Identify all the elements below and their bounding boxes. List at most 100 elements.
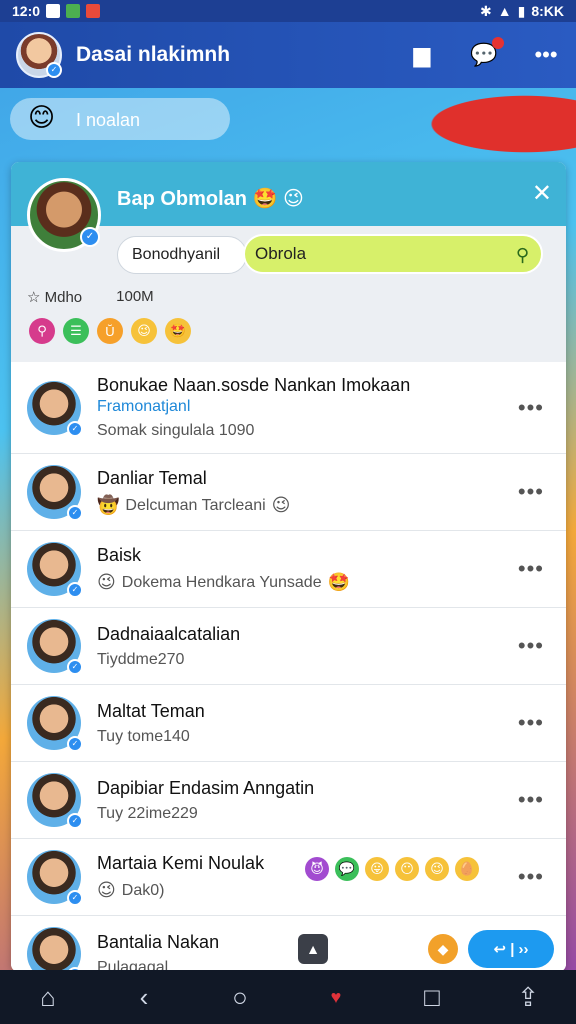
stats-value: 100M <box>116 288 154 305</box>
chat-name: Dapibiar Endasim Anngatin <box>97 777 315 798</box>
devil-icon[interactable]: 😈 <box>305 857 329 881</box>
verified-icon: ✓ <box>46 62 62 78</box>
verified-icon: ✓ <box>67 813 83 829</box>
chat-name: Danliar Temal <box>97 468 207 488</box>
chat-name: Baisk <box>97 545 142 565</box>
chat-subtitle: Tiyddme270 <box>97 650 185 668</box>
group-header: ✓ Bap Obmolan 🤩 😉 ✕ Bonodhyanil Obrola ⚲… <box>11 162 566 362</box>
chat-subtitle: Tuy 22ime229 <box>97 804 198 822</box>
more-icon[interactable]: ••• <box>518 395 544 421</box>
more-icon[interactable]: ••• <box>518 710 544 736</box>
more-icon[interactable]: ••• <box>518 479 544 505</box>
more-icon[interactable]: ••• <box>518 864 544 890</box>
list-item[interactable]: ✓ Danliar Temal 🤠 Delcuman Tarcleani 😉 •… <box>11 454 566 531</box>
folder-icon[interactable]: ▆ <box>408 41 436 69</box>
banner: 😊 I noalan <box>0 88 576 162</box>
wink-icon[interactable]: 😉 <box>425 857 449 881</box>
notification-icon <box>46 4 61 18</box>
avatar: ✓ <box>27 619 83 675</box>
list-item[interactable]: ✓ Dadnaiaalcatalian Tiyddme270 ••• <box>11 608 566 685</box>
egg-icon[interactable]: 🥚 <box>455 857 479 881</box>
stats-label: ☆ Mdho <box>27 289 83 306</box>
wink-icon: 😉 <box>97 572 116 592</box>
neutral-face-icon[interactable]: 😶 <box>395 857 419 881</box>
reaction-cup-icon[interactable]: Ŭ <box>97 318 123 344</box>
search-input[interactable]: Obrola ⚲ <box>243 234 543 274</box>
more-icon[interactable]: ••• <box>518 633 544 659</box>
list-item[interactable]: ✓ Martaia Kemi Noulak 😉 Dak0) 😈 💬 😛 😶 😉 … <box>11 839 566 916</box>
reaction-note-icon[interactable]: ☰ <box>63 318 89 344</box>
status-right: ✱ ▲ ▮ 8:KK <box>480 3 564 20</box>
sticker-icon: 🤠 <box>97 495 120 515</box>
verified-icon: ✓ <box>80 227 100 247</box>
status-bar: 12:0 ✱ ▲ ▮ 8:KK <box>0 0 576 22</box>
send-button[interactable]: ↩ | ›› <box>468 930 554 968</box>
verified-icon: ✓ <box>67 890 83 906</box>
close-button[interactable]: ✕ <box>532 182 552 206</box>
more-icon[interactable]: ••• <box>518 787 544 813</box>
avatar: ✓ <box>27 465 83 521</box>
avatar: ✓ <box>27 380 83 437</box>
share-icon[interactable]: ⇪ <box>508 982 548 1013</box>
chat-link[interactable]: Framonatjanl <box>97 398 566 416</box>
wink-icon: 😉 <box>271 495 291 515</box>
verified-icon: ✓ <box>67 736 83 752</box>
wink-icon: 😉 <box>97 880 116 900</box>
chat-subtitle: Tuy tome140 <box>97 727 190 745</box>
composer-actions: ▲ ◆ ↩ | ›› <box>298 930 554 968</box>
emoji-strip: 😈 💬 😛 😶 😉 🥚 <box>305 857 479 881</box>
chat-list: ✓ Bonukae Naan.sosde Nankan Imokaan Fram… <box>11 362 566 972</box>
verified-icon: ✓ <box>67 420 83 437</box>
chat-name: Bonukae Naan.sosde Nankan Imokaan <box>97 375 411 395</box>
image-icon[interactable]: ▲ <box>298 934 328 964</box>
search-value: Obrola <box>255 244 307 263</box>
shield-icon[interactable]: ◆ <box>428 934 458 964</box>
heart-icon[interactable]: ♥ <box>316 987 356 1008</box>
chat-subtitle: 😉 Dak0) <box>97 880 165 900</box>
list-item[interactable]: ✓ Bantalia Nakan Pulagagal ▲ ◆ ↩ | ›› <box>11 916 566 972</box>
avatar: ✓ <box>27 773 83 829</box>
chat-icon[interactable]: 💬 <box>335 857 359 881</box>
header-actions: ▆ 💬 ••• <box>408 37 560 69</box>
bottom-nav: ⌂ ‹ ○ ♥ □ ⇪ <box>0 970 576 1024</box>
more-icon[interactable]: ••• <box>532 41 560 69</box>
group-title: Bap Obmolan 🤩 😉 <box>117 188 304 210</box>
bluetooth-icon: ✱ <box>480 2 492 19</box>
avatar: ✓ <box>27 542 83 598</box>
status-time: 12:0 <box>12 3 41 19</box>
list-item[interactable]: ✓ Maltat Teman Tuy tome140 ••• <box>11 685 566 762</box>
app-header: ✓ Dasai nlakimnh ▆ 💬 ••• <box>0 22 576 88</box>
reaction-wink-icon[interactable]: 😉 <box>131 318 157 344</box>
notification-badge <box>492 37 504 49</box>
recents-icon[interactable]: □ <box>412 982 452 1013</box>
list-item[interactable]: ✓ Bonukae Naan.sosde Nankan Imokaan Fram… <box>11 362 566 454</box>
filter-pill[interactable]: Bonodhyanil <box>117 236 247 274</box>
chat-name: Dadnaiaalcatalian <box>97 623 241 644</box>
circle-home-icon[interactable]: ○ <box>220 982 260 1013</box>
status-left: 12:0 <box>12 3 101 19</box>
chat-subtitle: 🤠 Delcuman Tarcleani 😉 <box>97 495 291 515</box>
verified-icon: ✓ <box>67 582 83 598</box>
reaction-search-icon[interactable]: ⚲ <box>29 318 55 344</box>
app-icon <box>66 4 81 18</box>
list-item[interactable]: ✓ Dapibiar Endasim Anngatin Tuy 22ime229… <box>11 762 566 839</box>
banner-label: I noalan <box>76 110 141 130</box>
status-clock: 8:KK <box>531 3 564 19</box>
chat-bubble-icon[interactable]: 💬 <box>470 37 504 69</box>
group-stats: ☆ Mdho 100M <box>27 288 154 306</box>
smiley-icon: 😊 <box>28 102 56 132</box>
group-avatar[interactable]: ✓ <box>27 178 101 252</box>
tongue-icon[interactable]: 😛 <box>365 857 389 881</box>
chat-subtitle: Somak singulala 1090 <box>97 422 255 439</box>
list-item[interactable]: ✓ Baisk 😉 Dokema Hendkara Yunsade 🤩 ••• <box>11 531 566 608</box>
avatar: ✓ <box>27 696 83 752</box>
more-icon[interactable]: ••• <box>518 556 544 582</box>
reaction-star-eyes-icon[interactable]: 🤩 <box>165 318 191 344</box>
back-icon[interactable]: ‹ <box>124 982 164 1013</box>
verified-icon: ✓ <box>67 659 83 675</box>
avatar[interactable]: ✓ <box>16 32 62 78</box>
search-icon[interactable]: ⚲ <box>516 245 529 266</box>
reaction-bar: ⚲ ☰ Ŭ 😉 🤩 <box>29 318 191 344</box>
home-icon[interactable]: ⌂ <box>28 982 68 1013</box>
paint-splash <box>406 88 576 160</box>
